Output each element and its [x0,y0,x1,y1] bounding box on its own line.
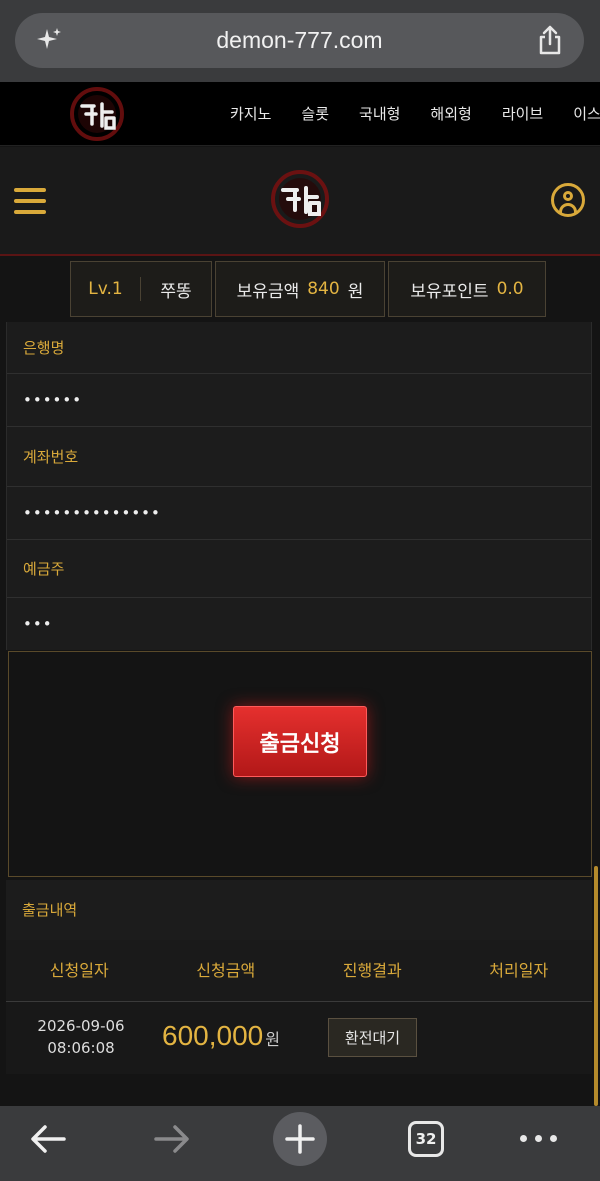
withdraw-request-button[interactable]: 출금신청 [233,706,367,777]
account-label: 계좌번호 [23,448,79,466]
url-bar[interactable]: demon-777.com [15,13,584,68]
points-box: 보유포인트 0.0 [388,261,546,317]
nav-item-casino[interactable]: 카지노 [230,82,271,146]
history-table-header: 신청일자 신청금액 진행결과 처리일자 [6,940,592,1002]
withdraw-action-area: 출금신청 [8,651,592,877]
plus-icon [285,1124,315,1154]
request-amount: 600,000 원 [162,1016,280,1061]
browser-toolbar: 32 [0,1106,600,1181]
scrollbar[interactable] [594,866,598,1106]
balance-box: 보유금액 840 원 [215,261,385,317]
more-dots-icon[interactable] [520,1128,564,1148]
top-navigation: 카지노 슬롯 국내형 해외형 라이브 이스 [0,82,600,146]
holder-label-row: 예금주 [7,540,591,598]
points-label: 보유포인트 [410,281,489,302]
request-date-time: 08:06:08 [47,1039,115,1057]
status-badge: 환전대기 [328,1018,417,1057]
holder-label: 예금주 [23,560,65,578]
hamburger-menu-icon[interactable] [14,188,46,214]
col-request-date: 신청일자 [49,961,109,980]
nav-item-live[interactable]: 라이브 [502,82,543,146]
share-icon[interactable] [536,24,564,56]
withdraw-form: 은행명 •••••• 계좌번호 •••••••••••••• 예금주 ••• [6,322,592,650]
withdraw-history: 출금내역 신청일자 신청금액 진행결과 처리일자 2026-09-06 08:0… [6,880,592,1074]
col-request-amount: 신청금액 [196,961,256,980]
account-holder-field: ••• [23,615,53,633]
history-title: 출금내역 [6,880,592,940]
balance-unit: 원 [347,281,364,302]
request-date: 2026-09-06 08:06:08 [26,1015,136,1059]
balance-label: 보유금액 [236,281,300,302]
site-logo-small[interactable] [64,86,130,142]
request-amount-value: 600,000 [162,1020,264,1051]
table-row: 2026-09-06 08:06:08 600,000 원 환전대기 [6,1002,592,1072]
nav-item-slot[interactable]: 슬롯 [301,82,329,146]
bank-value-row: •••••• [7,374,591,427]
nav-item-more[interactable]: 이스 [573,82,600,146]
points-value: 0.0 [496,279,524,299]
user-info-bar: Lv.1 쭈똥 보유금액 840 원 보유포인트 0.0 [70,261,546,317]
site-logo[interactable] [264,169,336,229]
account-label-row: 계좌번호 [7,427,591,487]
account-number-field: •••••••••••••• [23,504,161,522]
browser-url-bar-container: demon-777.com [0,0,600,82]
user-nickname: 쭈똥 [160,281,192,302]
bank-name-field: •••••• [23,391,83,409]
new-tab-button[interactable] [273,1112,327,1166]
user-level-box: Lv.1 쭈똥 [70,261,212,317]
col-processed-date: 처리일자 [489,961,549,980]
site-header [0,147,600,256]
request-date-day: 2026-09-06 [37,1017,125,1035]
back-arrow-icon[interactable] [28,1122,68,1156]
tab-count-button[interactable]: 32 [408,1121,444,1157]
nav-item-overseas[interactable]: 해외형 [430,82,471,146]
forward-arrow-icon[interactable] [152,1122,192,1156]
url-text[interactable]: demon-777.com [15,13,584,68]
holder-value-row: ••• [7,598,591,650]
bank-label-row: 은행명 [7,322,591,374]
bank-label: 은행명 [23,339,65,357]
user-level: Lv.1 [71,277,141,301]
account-value-row: •••••••••••••• [7,487,591,540]
balance-value: 840 [307,279,340,299]
request-amount-unit: 원 [265,1032,280,1049]
nav-item-domestic[interactable]: 국내형 [359,82,400,146]
user-account-icon[interactable] [551,183,585,217]
col-result: 진행결과 [342,961,402,980]
nav-menu: 카지노 슬롯 국내형 해외형 라이브 이스 [230,82,600,146]
